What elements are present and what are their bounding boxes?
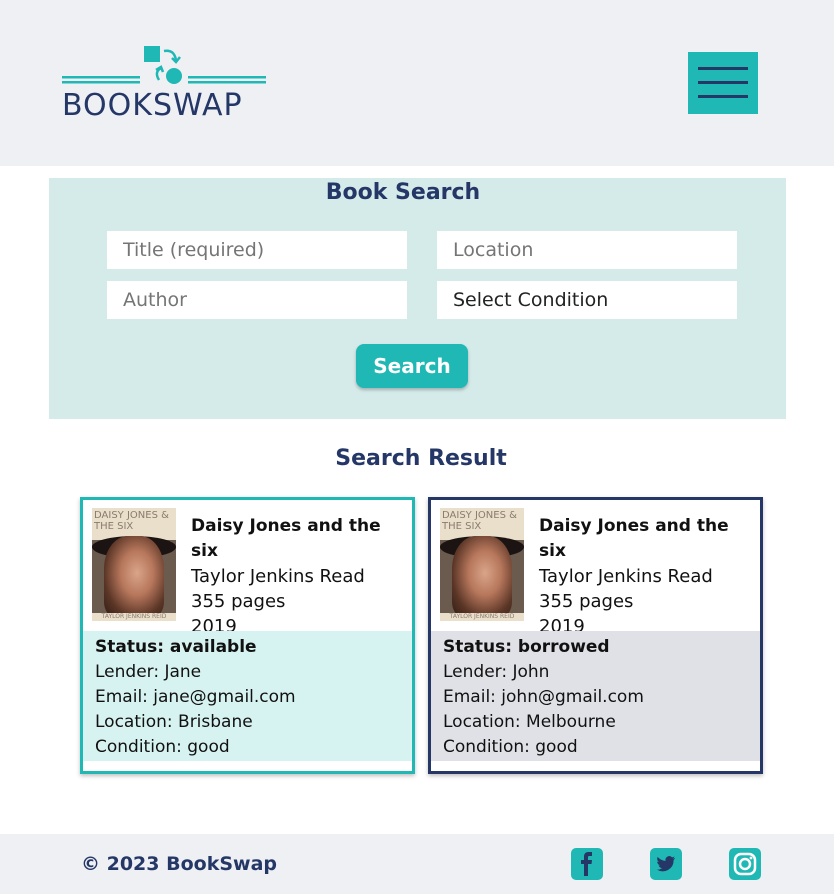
author-input[interactable] <box>107 281 407 319</box>
book-author: Taylor Jenkins Read <box>191 566 365 587</box>
book-search-panel: Book Search Select Condition Search <box>49 178 786 419</box>
results-title: Search Result <box>335 446 507 471</box>
instagram-icon[interactable] <box>729 848 761 880</box>
location-text: Location: Melbourne <box>443 712 616 732</box>
result-card[interactable]: DAISY JONES & THE SIX TAYLOR JENKINS REI… <box>428 497 763 774</box>
book-title: Daisy Jones and the six <box>191 516 381 561</box>
site-footer: © 2023 BookSwap <box>0 834 834 894</box>
bookswap-logo[interactable]: BOOKSWAP <box>62 44 266 124</box>
email-text: Email: john@gmail.com <box>443 687 644 707</box>
copyright-text: © 2023 BookSwap <box>81 853 277 875</box>
status-text: Status: available <box>95 637 257 657</box>
lender-details: Status: borrowed Lender: John Email: joh… <box>431 631 760 761</box>
cover-author: TAYLOR JENKINS REID <box>92 613 176 621</box>
book-author: Taylor Jenkins Read <box>539 566 713 587</box>
status-text: Status: borrowed <box>443 637 610 657</box>
book-pages: 355 pages <box>191 591 286 612</box>
search-button[interactable]: Search <box>356 344 468 388</box>
condition-text: Condition: good <box>443 737 578 757</box>
menu-button[interactable] <box>688 52 758 114</box>
cover-title: DAISY JONES & THE SIX <box>94 510 169 532</box>
facebook-icon[interactable] <box>571 848 603 880</box>
lender-details: Status: available Lender: Jane Email: ja… <box>83 631 412 761</box>
logo-text: BOOKSWAP <box>62 88 243 123</box>
swap-logo-icon <box>62 46 266 84</box>
hamburger-icon <box>698 67 748 70</box>
title-input[interactable] <box>107 231 407 269</box>
twitter-icon[interactable] <box>650 848 682 880</box>
location-input[interactable] <box>437 231 737 269</box>
search-title: Book Search <box>325 180 481 205</box>
cover-title: DAISY JONES & THE SIX <box>442 510 517 532</box>
book-title: Daisy Jones and the six <box>539 516 729 561</box>
book-cover: DAISY JONES & THE SIX TAYLOR JENKINS REI… <box>440 508 524 621</box>
cover-author: TAYLOR JENKINS REID <box>440 613 524 621</box>
book-cover: DAISY JONES & THE SIX TAYLOR JENKINS REI… <box>92 508 176 621</box>
result-card[interactable]: DAISY JONES & THE SIX TAYLOR JENKINS REI… <box>80 497 415 774</box>
location-text: Location: Brisbane <box>95 712 253 732</box>
site-header: BOOKSWAP <box>0 0 834 166</box>
condition-select[interactable]: Select Condition <box>437 281 737 319</box>
book-pages: 355 pages <box>539 591 634 612</box>
email-text: Email: jane@gmail.com <box>95 687 296 707</box>
condition-text: Condition: good <box>95 737 230 757</box>
lender-text: Lender: John <box>443 662 550 682</box>
lender-text: Lender: Jane <box>95 662 202 682</box>
